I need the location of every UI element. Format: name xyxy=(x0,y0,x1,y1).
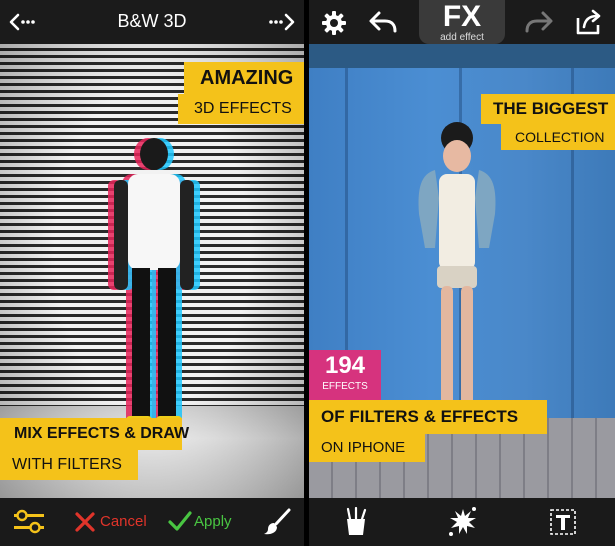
brush-icon[interactable] xyxy=(262,507,292,537)
forward-arrow-icon[interactable] xyxy=(268,12,296,32)
tools-cup-icon[interactable] xyxy=(343,507,369,537)
sliders-icon[interactable] xyxy=(12,509,46,535)
promo-amazing: AMAZING xyxy=(184,62,304,94)
promo-the-biggest: THE BIGGEST xyxy=(481,94,615,124)
apply-check-icon xyxy=(168,511,192,531)
promo-3d-effects: 3D EFFECTS xyxy=(178,94,304,124)
right-bottom-bar xyxy=(309,498,615,546)
promo-filters-effects: OF FILTERS & EFFECTS xyxy=(309,400,547,434)
effects-count: 194 xyxy=(324,352,366,379)
left-editor-panel: B&W 3D AMAZING 3D EFFECTS MIX EFFECTS & … xyxy=(0,0,304,546)
promo-mix-effects: MIX EFFECTS & DRAW xyxy=(0,418,189,450)
cancel-button[interactable]: Cancel xyxy=(74,508,148,536)
right-editor-panel: FX add effect THE BIGGEST COLLECTION 194… xyxy=(309,0,615,546)
left-top-bar: B&W 3D xyxy=(0,0,304,44)
effects-count-label: EFFECTS xyxy=(322,381,368,392)
cancel-x-icon xyxy=(75,512,95,532)
photo-top-band xyxy=(309,44,615,68)
apply-label: Apply xyxy=(194,513,232,530)
settings-gear-icon[interactable] xyxy=(321,10,347,36)
share-icon[interactable] xyxy=(575,9,603,35)
right-top-bar: FX add effect xyxy=(309,0,615,44)
undo-icon[interactable] xyxy=(367,10,399,34)
splash-icon[interactable] xyxy=(447,505,479,539)
promo-collection: COLLECTION xyxy=(501,124,615,150)
redo-icon[interactable] xyxy=(523,10,555,34)
effect-title: B&W 3D xyxy=(117,11,187,31)
effects-count-badge: 194 EFFECTS xyxy=(309,350,381,400)
promo-with-filters: WITH FILTERS xyxy=(0,450,138,480)
fx-add-effect-button[interactable]: FX add effect xyxy=(419,0,505,44)
fx-sublabel: add effect xyxy=(440,32,484,43)
left-bottom-bar: Cancel Apply xyxy=(0,498,304,546)
apply-button[interactable]: Apply xyxy=(168,508,232,536)
text-tool-icon[interactable] xyxy=(549,508,577,536)
promo-on-iphone: ON IPHONE xyxy=(309,434,425,462)
fx-label: FX xyxy=(442,0,482,33)
cancel-label: Cancel xyxy=(100,513,147,530)
